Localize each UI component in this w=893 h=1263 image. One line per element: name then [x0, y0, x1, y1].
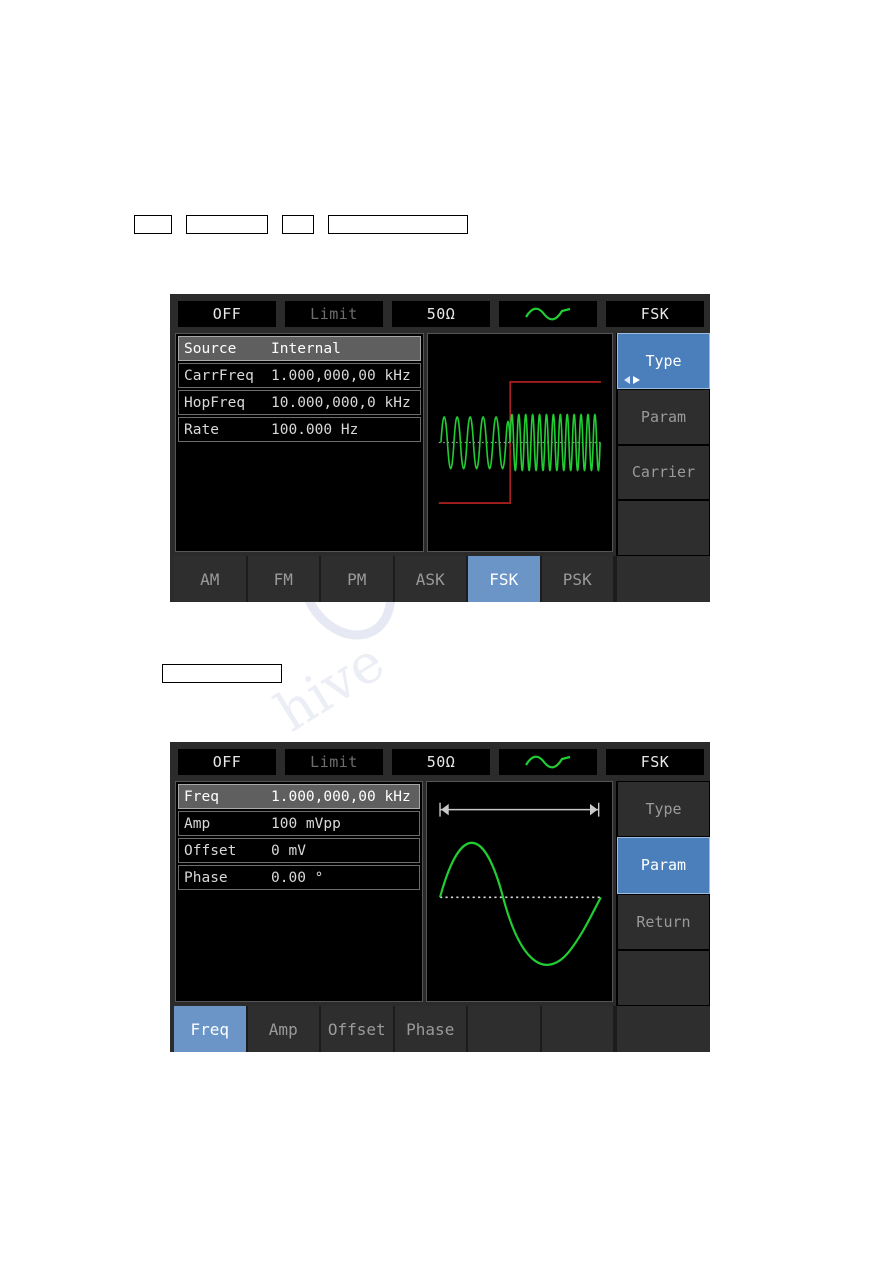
side-btn-param[interactable]: Param [617, 837, 710, 894]
param-value: 100.000 Hz [271, 421, 359, 438]
side-btn-label: Carrier [631, 463, 696, 482]
tab-fm[interactable]: FM [247, 556, 321, 602]
param-value: 1.000,000,00 kHz [271, 788, 411, 805]
caption-box-4 [328, 215, 468, 234]
status-impedance[interactable]: 50Ω [392, 749, 490, 775]
caption-box-1 [134, 215, 172, 234]
tab-am[interactable]: AM [174, 556, 248, 602]
status-bar: OFF Limit 50Ω FSK [170, 294, 710, 333]
side-btn-label: Param [640, 407, 687, 426]
svg-text:hive: hive [265, 630, 395, 744]
param-value: 0.00 ° [271, 869, 324, 886]
status-output-state[interactable]: OFF [178, 749, 276, 775]
waveform-display-fsk [427, 333, 613, 552]
tab-label: PSK [562, 569, 592, 589]
param-row-source[interactable]: Source Internal [178, 336, 422, 361]
status-mod-mode[interactable]: FSK [606, 749, 704, 775]
tab-offset[interactable]: Offset [321, 1006, 395, 1052]
caption-box-5 [162, 664, 282, 683]
tab-phase[interactable]: Phase [394, 1006, 468, 1052]
side-menu: Type Param Carrier [616, 333, 710, 556]
param-label: Phase [184, 869, 228, 886]
tab-pm[interactable]: PM [321, 556, 395, 602]
tab-label: Offset [327, 1019, 386, 1039]
tab-empty-1[interactable] [468, 1006, 542, 1052]
side-btn-type[interactable]: Type [617, 333, 710, 389]
param-label: HopFreq [184, 394, 246, 411]
param-value: 0 mV [271, 842, 306, 859]
side-btn-label: Return [636, 912, 691, 931]
param-label: CarrFreq [184, 367, 254, 384]
side-btn-label: Type [645, 800, 682, 819]
tab-label: Freq [190, 1019, 230, 1039]
tab-amp[interactable]: Amp [247, 1006, 321, 1052]
tab-label: ASK [415, 569, 445, 589]
status-mod-mode[interactable]: FSK [606, 301, 704, 327]
param-row-freq[interactable]: Freq 1.000,000,00 kHz [178, 784, 421, 809]
tab-label: FSK [489, 569, 519, 589]
caption-row-middle [162, 664, 282, 683]
tab-psk[interactable]: PSK [541, 556, 615, 602]
instrument-screen-carrier-param: OFF Limit 50Ω FSK Freq 1.000,000,00 kHz … [170, 742, 710, 1052]
screen-body: Source Internal CarrFreq 1.000,000,00 kH… [170, 333, 710, 556]
parameter-panel: Source Internal CarrFreq 1.000,000,00 kH… [175, 333, 425, 552]
tab-freq[interactable]: Freq [174, 1006, 248, 1052]
param-label: Rate [184, 421, 219, 438]
tab-bar-spacer [615, 556, 710, 602]
tab-bar-spacer [615, 1006, 710, 1052]
param-value: Internal [271, 340, 341, 357]
tab-label: PM [347, 569, 367, 589]
param-label: Source [184, 340, 237, 357]
side-btn-carrier[interactable]: Carrier [617, 444, 710, 501]
status-limit[interactable]: Limit [285, 749, 383, 775]
tab-ask[interactable]: ASK [394, 556, 468, 602]
status-output-state[interactable]: OFF [178, 301, 276, 327]
bottom-tab-bar: Freq Amp Offset Phase [170, 1006, 710, 1052]
side-btn-type[interactable]: Type [617, 781, 710, 838]
tab-empty-2[interactable] [541, 1006, 615, 1052]
sine-wave-icon[interactable] [499, 749, 597, 775]
tab-fsk[interactable]: FSK [468, 556, 542, 602]
side-btn-label: Type [645, 351, 682, 370]
side-btn-empty[interactable] [617, 949, 710, 1006]
param-value: 100 mVpp [271, 815, 341, 832]
param-row-phase[interactable]: Phase 0.00 ° [178, 865, 421, 890]
screen-body-left: Freq 1.000,000,00 kHz Amp 100 mVpp Offse… [170, 781, 616, 1006]
tab-label: Amp [268, 1019, 298, 1039]
tab-label: FM [273, 569, 293, 589]
param-label: Amp [184, 815, 211, 832]
screen-body: Freq 1.000,000,00 kHz Amp 100 mVpp Offse… [170, 781, 710, 1006]
period-span-arrow [439, 802, 600, 817]
caption-row-top [134, 215, 468, 234]
param-value: 1.000,000,00 kHz [271, 367, 411, 384]
param-label: Offset [184, 842, 237, 859]
parameter-panel: Freq 1.000,000,00 kHz Amp 100 mVpp Offse… [175, 781, 424, 1002]
param-row-offset[interactable]: Offset 0 mV [178, 838, 421, 863]
tab-label: AM [200, 569, 220, 589]
side-btn-label: Param [640, 856, 687, 875]
bottom-tab-bar: AM FM PM ASK FSK PSK [170, 556, 710, 602]
param-row-rate[interactable]: Rate 100.000 Hz [178, 417, 422, 442]
status-limit[interactable]: Limit [285, 301, 383, 327]
status-bar: OFF Limit 50Ω FSK [170, 742, 710, 781]
side-menu: Type Param Return [616, 781, 710, 1006]
caption-box-3 [282, 215, 314, 234]
param-row-amp[interactable]: Amp 100 mVpp [178, 811, 421, 836]
param-row-hopfreq[interactable]: HopFreq 10.000,000,0 kHz [178, 390, 422, 415]
side-btn-param[interactable]: Param [617, 388, 710, 445]
status-impedance[interactable]: 50Ω [392, 301, 490, 327]
side-btn-empty[interactable] [617, 500, 710, 556]
tab-label: Phase [406, 1019, 455, 1039]
sine-wave-icon[interactable] [499, 301, 597, 327]
screen-body-left: Source Internal CarrFreq 1.000,000,00 kH… [170, 333, 616, 556]
caption-box-2 [186, 215, 268, 234]
left-right-arrows-icon [622, 375, 644, 385]
param-row-carrfreq[interactable]: CarrFreq 1.000,000,00 kHz [178, 363, 422, 388]
waveform-display-sine [426, 781, 613, 1002]
instrument-screen-fsk-type: OFF Limit 50Ω FSK Source Internal CarrFr… [170, 294, 710, 602]
param-label: Freq [184, 788, 219, 805]
param-value: 10.000,000,0 kHz [271, 394, 411, 411]
side-btn-return[interactable]: Return [617, 893, 710, 950]
